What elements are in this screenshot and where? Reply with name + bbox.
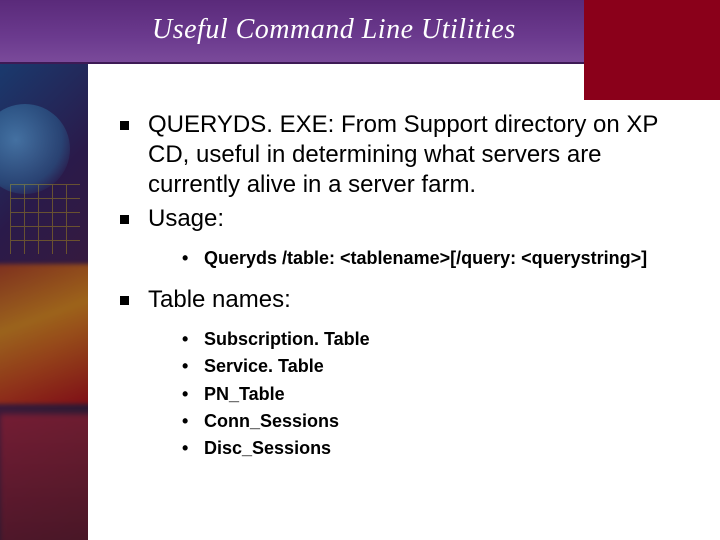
slide-title: Useful Command Line Utilities [152,14,516,46]
sub-bullet-text: Queryds /table: <tablename>[/query: <que… [204,248,647,268]
sub-bullet-item: PN_Table [182,382,690,407]
sub-bullet-text: PN_Table [204,384,285,404]
bullet-text: Usage: [148,205,224,232]
sub-bullet-item: Service. Table [182,354,690,379]
sub-bullet-item: Queryds /table: <tablename>[/query: <que… [182,246,690,271]
content-area: QUERYDS. EXE: From Support directory on … [120,110,690,475]
sub-bullet-item: Conn_Sessions [182,409,690,434]
sub-bullet-text: Service. Table [204,356,324,376]
sub-bullet-text: Disc_Sessions [204,438,331,458]
bullet-item: Usage: Queryds /table: <tablename>[/quer… [120,204,690,271]
sub-bullet-text: Conn_Sessions [204,411,339,431]
sub-bullet-item: Subscription. Table [182,327,690,352]
bullet-item: Table names: Subscription. Table Service… [120,285,690,461]
bullet-text: QUERYDS. EXE: From Support directory on … [148,111,658,198]
slide: Useful Command Line Utilities QUERYDS. E… [0,0,720,540]
header-accent [584,0,720,100]
bullet-text: Table names: [148,286,291,313]
sidebar-graphic [0,64,88,540]
bullet-item: QUERYDS. EXE: From Support directory on … [120,110,690,200]
sub-bullet-text: Subscription. Table [204,329,370,349]
sub-bullet-item: Disc_Sessions [182,436,690,461]
